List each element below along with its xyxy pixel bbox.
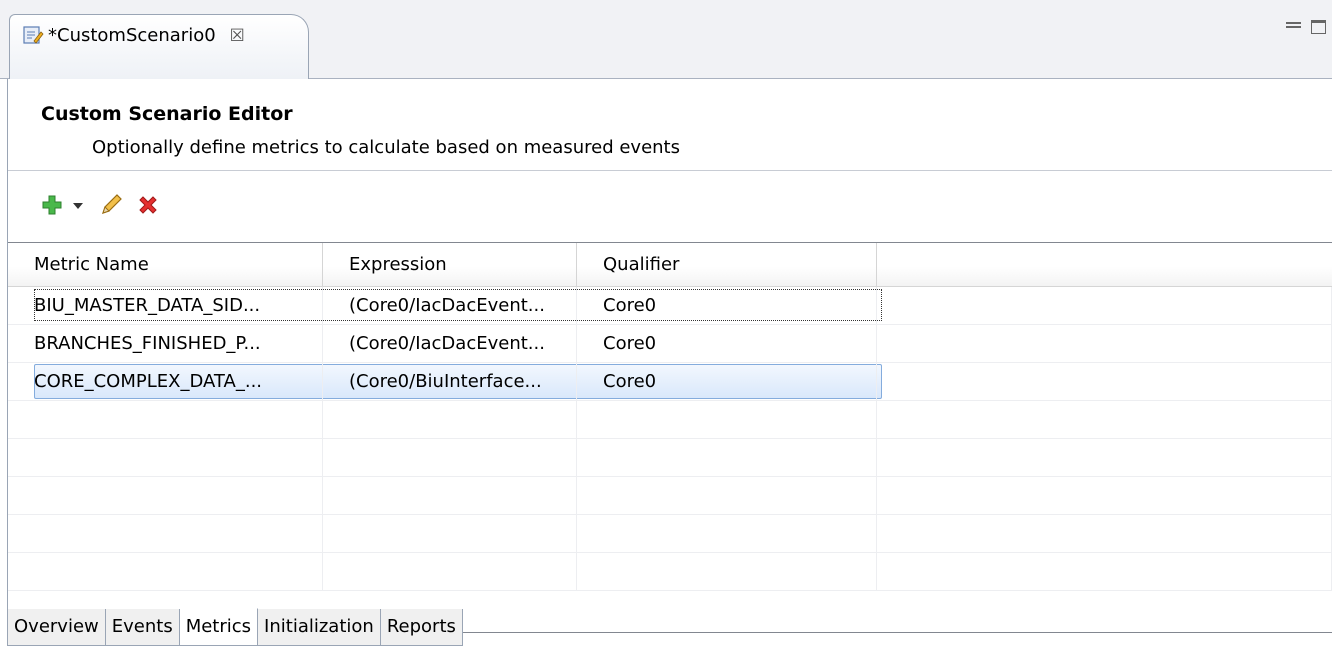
editor-tab-strip: *CustomScenario0 ☒ (0, 0, 1332, 80)
delete-metric-button[interactable] (136, 193, 160, 217)
expression-cell: (Core0/BiuInterface... (323, 363, 577, 400)
table-row-selected[interactable]: CORE_COMPLEX_DATA_... (Core0/BiuInterfac… (8, 363, 1332, 401)
table-row[interactable]: BIU_MASTER_DATA_SID... (Core0/IacDacEven… (8, 287, 1332, 325)
qualifier-cell: Core0 (577, 287, 877, 324)
tab-reports[interactable]: Reports (380, 609, 463, 646)
metric-name-cell: BIU_MASTER_DATA_SID... (8, 287, 323, 324)
delete-icon (139, 196, 157, 214)
metrics-toolbar (41, 190, 160, 220)
empty-table-row (8, 515, 1332, 553)
chevron-down-icon (73, 203, 83, 209)
empty-table-row (8, 553, 1332, 591)
page-title: Custom Scenario Editor (41, 103, 293, 125)
editor-body: Custom Scenario Editor Optionally define… (7, 79, 1332, 633)
column-header-qualifier[interactable]: Qualifier (577, 243, 877, 287)
pencil-icon (102, 194, 122, 214)
table-row[interactable]: BRANCHES_FINISHED_P... (Core0/IacDacEven… (8, 325, 1332, 363)
filler-cell (877, 287, 1332, 324)
column-header-filler (877, 243, 1332, 287)
metric-name-cell: CORE_COMPLEX_DATA_... (8, 363, 323, 400)
column-header-expression[interactable]: Expression (323, 243, 577, 287)
editor-tab-custom-scenario[interactable]: *CustomScenario0 ☒ (9, 14, 309, 80)
tab-initialization[interactable]: Initialization (258, 609, 381, 646)
column-header-metric-name[interactable]: Metric Name (8, 243, 323, 287)
window-controls (1286, 20, 1326, 34)
filler-cell (877, 325, 1332, 362)
add-metric-button[interactable] (41, 194, 63, 216)
page-tabs: Overview Events Metrics Initialization R… (7, 608, 463, 646)
form-header: Custom Scenario Editor Optionally define… (8, 79, 1332, 171)
editor-tab-title: *CustomScenario0 (48, 25, 216, 46)
add-icon (42, 195, 62, 215)
qualifier-cell: Core0 (577, 363, 877, 400)
edit-metric-button[interactable] (99, 193, 123, 217)
tab-events[interactable]: Events (105, 609, 180, 646)
table-header: Metric Name Expression Qualifier (8, 243, 1332, 287)
empty-table-row (8, 401, 1332, 439)
close-icon[interactable]: ☒ (230, 24, 245, 48)
empty-table-row (8, 439, 1332, 477)
add-metric-dropdown-button[interactable] (72, 199, 84, 211)
expression-cell: (Core0/IacDacEvent... (323, 287, 577, 324)
qualifier-cell: Core0 (577, 325, 877, 362)
tab-overview[interactable]: Overview (7, 609, 106, 646)
metric-name-cell: BRANCHES_FINISHED_P... (8, 325, 323, 362)
tab-metrics[interactable]: Metrics (179, 608, 259, 646)
expression-cell: (Core0/IacDacEvent... (323, 325, 577, 362)
minimize-icon[interactable] (1286, 22, 1301, 28)
empty-table-row (8, 477, 1332, 515)
metrics-table: Metric Name Expression Qualifier BIU_MAS… (8, 242, 1332, 633)
editor-document-icon (23, 26, 44, 44)
filler-cell (877, 363, 1332, 400)
page-description: Optionally define metrics to calculate b… (92, 137, 680, 158)
maximize-icon[interactable] (1311, 20, 1326, 34)
